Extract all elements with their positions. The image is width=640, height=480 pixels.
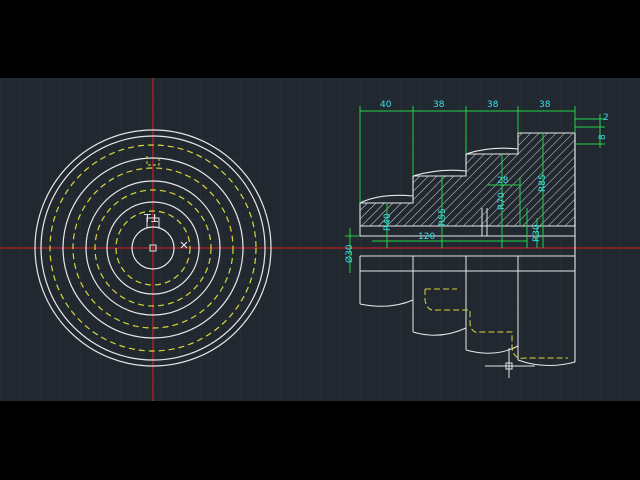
- dim-text-dia30: Ø30: [344, 244, 355, 263]
- dim-text-38a: 38: [433, 100, 445, 110]
- dim-text-28: 28: [497, 176, 509, 186]
- dim-text-r85: R85: [538, 174, 548, 192]
- dim-text-r30: R30: [532, 224, 542, 242]
- dim-text-38c: 38: [539, 100, 551, 110]
- dim-text-2: 2: [603, 113, 609, 123]
- dim-text-r55: R55: [438, 208, 448, 226]
- dim-text-120: 120: [418, 232, 435, 242]
- dim-text-40: 40: [380, 100, 392, 110]
- cad-drawing[interactable]: T T 40 38 38 38 2 8 28 120 Ø30 R40 R55 R…: [0, 78, 640, 401]
- dim-text-8: 8: [598, 134, 608, 140]
- cad-model-viewport[interactable]: T T 40 38 38 38 2 8 28 120 Ø30 R40 R55 R…: [0, 78, 640, 401]
- dim-text-38b: 38: [487, 100, 499, 110]
- letterbox-bottom: [0, 401, 640, 480]
- letterbox-top: [0, 0, 640, 78]
- key-symbol-flipped: T: [151, 211, 159, 224]
- dim-text-r40: R40: [383, 213, 393, 231]
- dim-text-r70: R70: [497, 192, 507, 210]
- key-symbol: T: [143, 212, 151, 225]
